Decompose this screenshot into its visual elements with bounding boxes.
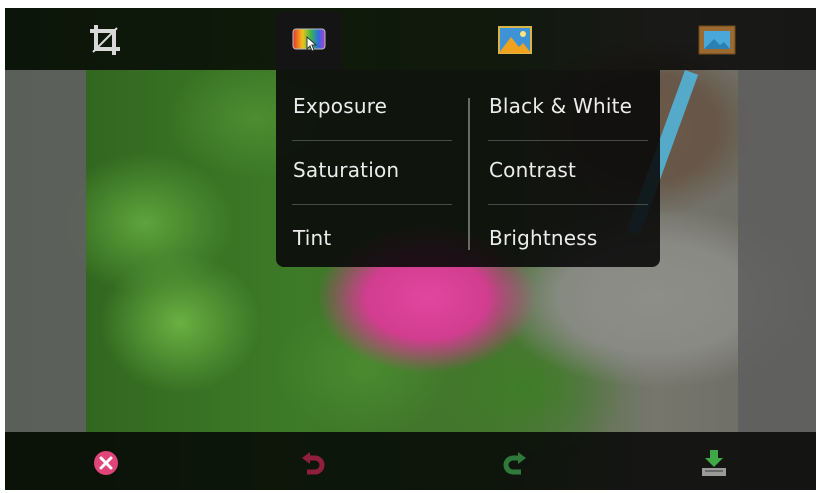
menu-item-black-white[interactable]: Black & White	[489, 74, 632, 138]
undo-button[interactable]	[295, 446, 329, 480]
bottom-toolbar	[5, 432, 816, 490]
menu-column-divider	[468, 98, 470, 250]
redo-button[interactable]	[499, 446, 533, 480]
redo-icon	[503, 452, 526, 475]
save-button[interactable]	[697, 446, 731, 480]
frame-tool-button[interactable]	[697, 20, 737, 60]
top-toolbar	[5, 8, 816, 70]
menu-item-tint[interactable]: Tint	[293, 206, 331, 270]
save-icon	[702, 450, 726, 476]
crop-tool-button[interactable]	[85, 20, 125, 60]
picture-icon	[498, 26, 532, 54]
color-tool-button[interactable]	[276, 12, 342, 70]
crop-icon	[90, 25, 120, 55]
menu-divider	[488, 204, 648, 205]
right-margin	[738, 70, 816, 432]
menu-item-exposure[interactable]: Exposure	[293, 74, 387, 138]
menu-item-brightness[interactable]: Brightness	[489, 206, 598, 270]
framed-picture-icon	[698, 25, 736, 55]
undo-icon	[302, 452, 325, 475]
cancel-button[interactable]	[89, 446, 123, 480]
menu-divider	[292, 204, 452, 205]
effects-tool-button[interactable]	[495, 20, 535, 60]
cancel-icon	[94, 451, 118, 475]
color-adjust-icon	[292, 28, 326, 52]
color-adjust-menu: Exposure Black & White Saturation Contra…	[276, 70, 660, 267]
menu-item-contrast[interactable]: Contrast	[489, 138, 576, 202]
photo-editor-screen: Exposure Black & White Saturation Contra…	[5, 8, 816, 490]
left-margin	[5, 70, 86, 432]
menu-item-saturation[interactable]: Saturation	[293, 138, 399, 202]
